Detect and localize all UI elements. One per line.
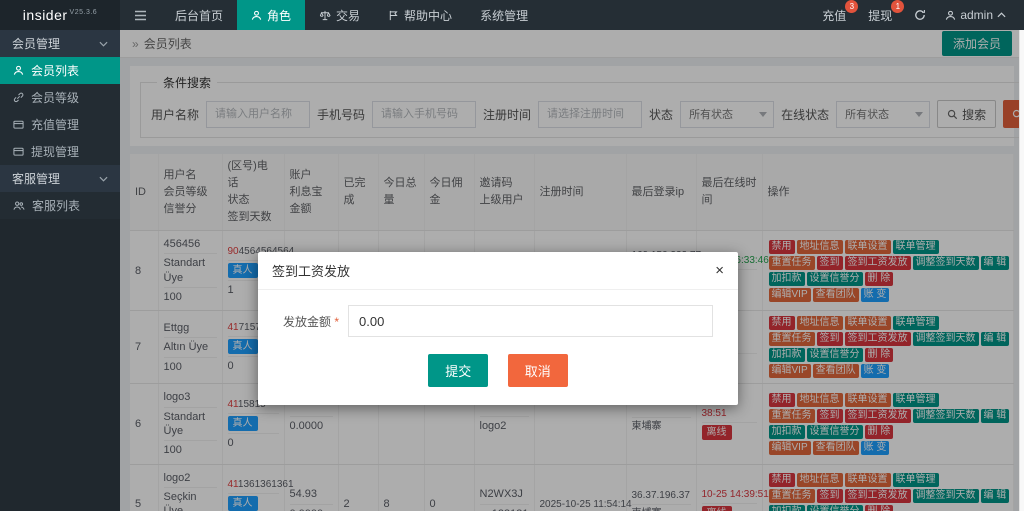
chevron-up-icon: [997, 12, 1006, 18]
withdraw-label: 提现: [868, 8, 893, 23]
nav-label: 交易: [336, 8, 361, 23]
recharge-link[interactable]: 充值 3: [811, 0, 859, 24]
sidebar-item-label: 客服列表: [32, 199, 81, 213]
top-navbar: insider V25.3.6 后台首页 角色 交易 帮助中心 系统管理 充值 …: [0, 0, 1024, 30]
sidebar-item-withdraw-management[interactable]: 提现管理: [0, 138, 120, 165]
app-logo: insider V25.3.6: [0, 0, 120, 30]
sidebar-item-label: 会员等级: [31, 91, 80, 105]
modal-title: 签到工资发放: [272, 264, 351, 279]
username-label: admin: [960, 8, 993, 22]
sidebar-group-support-management[interactable]: 客服管理: [0, 165, 120, 192]
sidebar: 会员管理 会员列表 会员等级 充值管理 提现管理 客服管理 客服列表: [0, 30, 120, 511]
sidebar-item-support-list[interactable]: 客服列表: [0, 192, 120, 219]
close-icon[interactable]: ×: [715, 263, 724, 278]
sidebar-group-member-management[interactable]: 会员管理: [0, 30, 120, 57]
logo-text: insider: [22, 7, 68, 23]
modal-header: 签到工资发放 ×: [258, 252, 738, 290]
sidebar-item-recharge-management[interactable]: 充值管理: [0, 111, 120, 138]
link-icon: [13, 92, 24, 103]
chevron-down-icon: [99, 41, 108, 47]
user-menu[interactable]: admin: [937, 8, 1014, 22]
amount-label-text: 发放金额: [283, 314, 332, 329]
group-label: 客服管理: [12, 172, 61, 186]
sidebar-item-member-level[interactable]: 会员等级: [0, 84, 120, 111]
user-avatar-icon: [945, 10, 956, 21]
amount-input[interactable]: [348, 305, 713, 337]
modal-footer: 提交 取消: [258, 341, 738, 405]
nav-item-trade[interactable]: 交易: [305, 0, 374, 30]
navbar-right: 充值 3 提现 1 admin: [811, 0, 1024, 24]
main-content: » 会员列表 添加会员 条件搜索 用户名称 手机号码 注册时间 状态: [120, 30, 1024, 511]
sidebar-item-label: 提现管理: [31, 145, 80, 159]
sidebar-item-label: 充值管理: [31, 118, 80, 132]
modal-body: 发放金额 *: [258, 290, 738, 341]
flag-icon: [388, 10, 399, 21]
withdraw-link[interactable]: 提现 1: [857, 0, 905, 24]
sidebar-item-label: 会员列表: [31, 64, 80, 78]
people-icon: [13, 200, 25, 211]
refresh-icon[interactable]: [903, 9, 937, 21]
nav-item-help-center[interactable]: 帮助中心: [374, 0, 466, 30]
nav-item-roles[interactable]: 角色: [237, 0, 306, 30]
menu-toggle-icon[interactable]: [120, 10, 161, 21]
nav-item-system[interactable]: 系统管理: [466, 0, 542, 30]
submit-button[interactable]: 提交: [428, 354, 489, 387]
wallet-icon: [13, 119, 24, 130]
wallet-icon: [13, 146, 24, 157]
nav-label: 后台首页: [175, 8, 224, 23]
recharge-label: 充值: [822, 8, 847, 23]
cancel-button[interactable]: 取消: [507, 354, 568, 387]
scales-icon: [319, 10, 331, 21]
nav-label: 角色: [267, 8, 292, 23]
admin-app: insider V25.3.6 后台首页 角色 交易 帮助中心 系统管理 充值 …: [0, 0, 1024, 511]
version-label: V25.3.6: [69, 8, 98, 16]
nav-label: 帮助中心: [404, 8, 453, 23]
vertical-scrollbar[interactable]: [1019, 30, 1024, 511]
amount-label: 发放金额 *: [283, 313, 339, 330]
signin-wage-modal: 签到工资发放 × 发放金额 * 提交 取消: [258, 252, 738, 405]
group-label: 会员管理: [12, 37, 61, 51]
required-mark: *: [334, 314, 340, 329]
nav-item-dashboard[interactable]: 后台首页: [161, 0, 237, 30]
nav-label: 系统管理: [480, 8, 529, 23]
chevron-down-icon: [99, 176, 108, 182]
person-icon: [251, 10, 262, 21]
sidebar-item-member-list[interactable]: 会员列表: [0, 57, 120, 84]
person-icon: [13, 65, 24, 76]
